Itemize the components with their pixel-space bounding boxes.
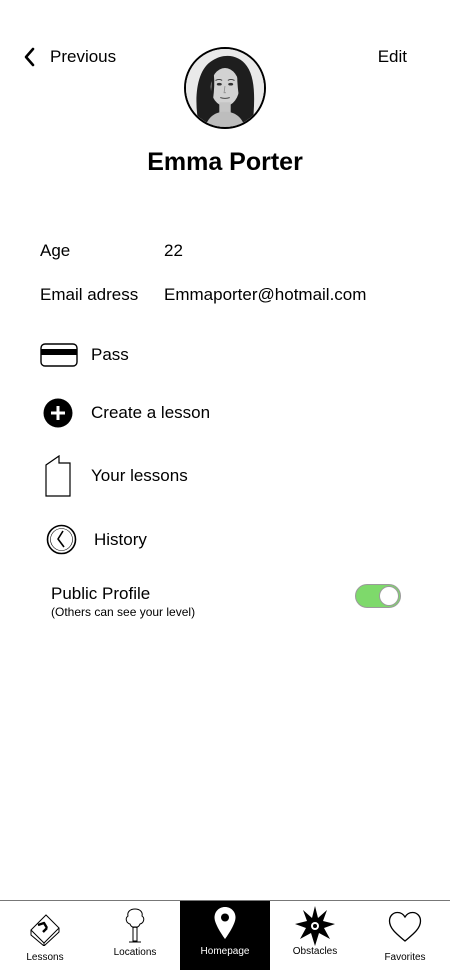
profile-name: Emma Porter bbox=[147, 148, 303, 176]
create-lesson-label: Create a lesson bbox=[91, 403, 211, 422]
tab-homepage[interactable]: Homepage bbox=[180, 901, 270, 970]
age-row: Age 22 bbox=[40, 241, 183, 261]
age-label: Age bbox=[40, 241, 71, 260]
public-profile-title: Public Profile bbox=[51, 584, 151, 603]
age-value: 22 bbox=[164, 241, 183, 260]
tab-lessons[interactable]: Lessons bbox=[0, 901, 90, 970]
tab-obstacles-label: Obstacles bbox=[292, 946, 338, 957]
pass-label: Pass bbox=[91, 345, 129, 364]
history-label: History bbox=[94, 529, 147, 549]
public-profile-subtitle: (Others can see your level) bbox=[51, 605, 196, 619]
your-lessons-label: Your lessons bbox=[91, 466, 188, 485]
edit-button[interactable]: Edit bbox=[378, 47, 407, 67]
tab-locations-label: Locations bbox=[113, 947, 157, 958]
tab-homepage-label: Homepage bbox=[200, 946, 250, 957]
bottom-tab-bar: Lessons Locations Homepage Obstacles Fav… bbox=[0, 900, 450, 970]
chevron-left-icon bbox=[24, 47, 35, 67]
map-pin-icon bbox=[214, 907, 236, 939]
pass-item[interactable]: Pass bbox=[40, 343, 129, 367]
profile-photo bbox=[186, 49, 264, 127]
tab-lessons-label: Lessons bbox=[26, 952, 64, 963]
parkour-box-icon bbox=[30, 914, 60, 946]
avatar[interactable] bbox=[184, 47, 266, 129]
email-row: Email adress Emmaporter@hotmail.com bbox=[40, 285, 366, 305]
public-profile-setting: Public Profile (Others can see your leve… bbox=[51, 584, 195, 619]
heart-icon bbox=[388, 911, 422, 942]
toggle-knob bbox=[379, 586, 399, 606]
public-profile-toggle[interactable] bbox=[355, 584, 401, 608]
back-button-label: Previous bbox=[50, 47, 117, 66]
create-lesson-item[interactable]: Create a lesson bbox=[43, 398, 210, 428]
back-button[interactable]: Previous bbox=[22, 46, 116, 68]
tab-favorites-label: Favorites bbox=[384, 952, 426, 963]
history-item[interactable]: History bbox=[46, 524, 147, 555]
credit-card-icon bbox=[40, 343, 78, 367]
tree-icon bbox=[125, 908, 145, 943]
email-value: Emmaporter@hotmail.com bbox=[164, 285, 367, 304]
tab-locations[interactable]: Locations bbox=[90, 901, 180, 970]
tab-favorites[interactable]: Favorites bbox=[360, 901, 450, 970]
document-icon bbox=[45, 455, 71, 497]
your-lessons-item[interactable]: Your lessons bbox=[45, 455, 188, 497]
tab-obstacles[interactable]: Obstacles bbox=[270, 901, 360, 970]
plus-circle-icon bbox=[43, 398, 73, 428]
clock-icon bbox=[46, 524, 77, 555]
spiky-obstacle-icon bbox=[295, 906, 335, 946]
email-label: Email adress bbox=[40, 285, 139, 304]
